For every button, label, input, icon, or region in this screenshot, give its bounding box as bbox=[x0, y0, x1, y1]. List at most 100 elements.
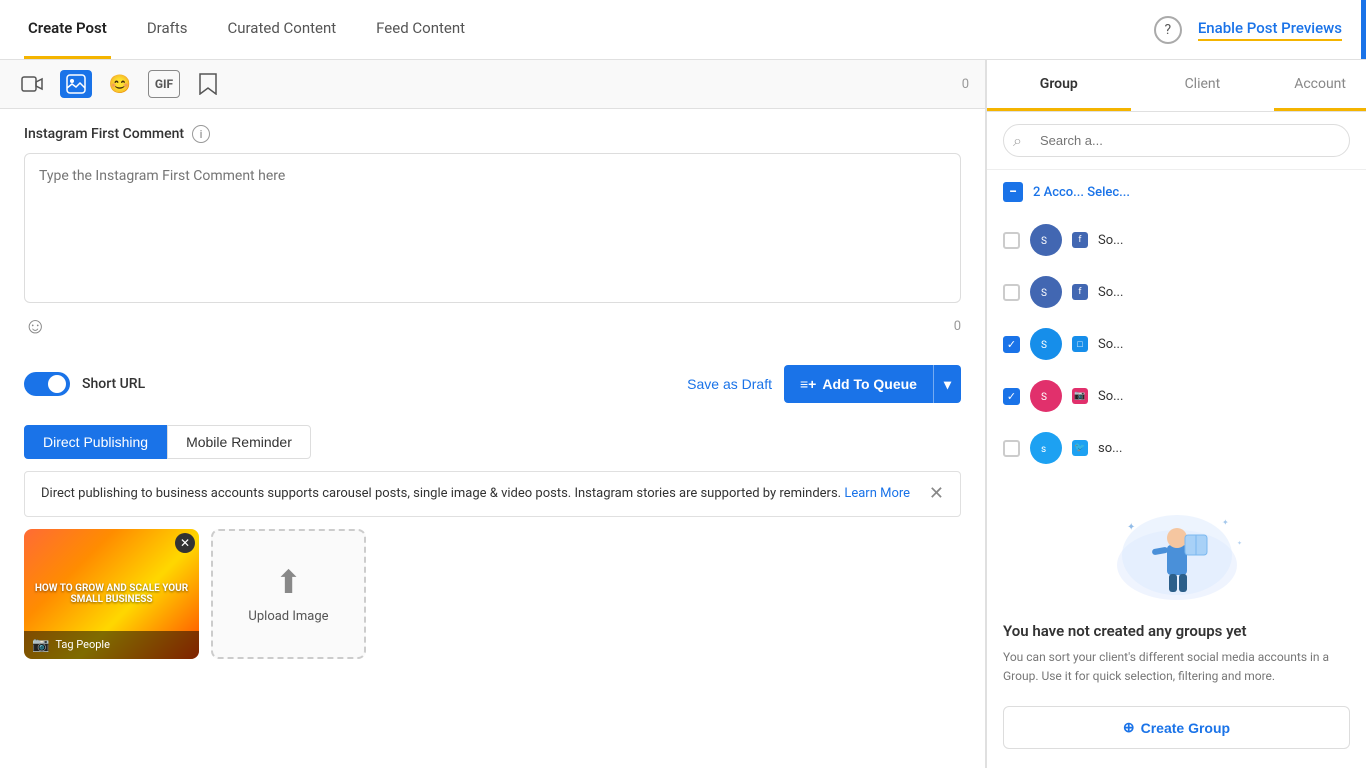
textarea-footer: ☺ 0 bbox=[24, 307, 961, 339]
url-row: Short URL Save as Draft ≡+ Add To Queue … bbox=[0, 355, 985, 413]
account-name-2: So... bbox=[1098, 285, 1350, 300]
comment-char-count: 0 bbox=[954, 319, 961, 334]
instagram-overlay-icon: 📷 bbox=[32, 637, 49, 653]
add-queue-main[interactable]: ≡+ Add To Queue bbox=[784, 365, 934, 403]
deselect-icon[interactable]: − bbox=[1003, 182, 1023, 202]
video-icon[interactable] bbox=[16, 70, 48, 98]
svg-text:S: S bbox=[1041, 288, 1047, 299]
svg-text:✦: ✦ bbox=[1237, 540, 1242, 547]
account-item-1[interactable]: S f So... bbox=[987, 214, 1366, 266]
tab-create-post[interactable]: Create Post bbox=[24, 0, 111, 59]
nav-right: ? Enable Post Previews bbox=[1154, 16, 1342, 44]
account-item-4[interactable]: S 📷 So... bbox=[987, 370, 1366, 422]
account-avatar-4: S bbox=[1030, 380, 1062, 412]
tab-client[interactable]: Client bbox=[1131, 60, 1275, 111]
account-avatar-1: S bbox=[1030, 224, 1062, 256]
gif-icon[interactable]: GIF bbox=[148, 70, 180, 98]
remove-image-button[interactable]: ✕ bbox=[175, 533, 195, 553]
social-badge-4: 📷 bbox=[1072, 388, 1088, 404]
create-group-icon: ⊕ bbox=[1123, 719, 1135, 736]
left-panel: 😊 GIF 0 Instagram First Comment i ☺ 0 bbox=[0, 60, 986, 768]
tag-people-label[interactable]: Tag People bbox=[55, 638, 110, 651]
account-item-5[interactable]: s 🐦 so... bbox=[987, 422, 1366, 474]
account-name-1: So... bbox=[1098, 233, 1350, 248]
group-section: ✦ ✦ ✦ You have not created any groups ye… bbox=[987, 474, 1366, 765]
tab-group[interactable]: Group bbox=[987, 60, 1131, 111]
publishing-tabs: Direct Publishing Mobile Reminder bbox=[0, 413, 985, 459]
group-empty-title: You have not created any groups yet bbox=[1003, 622, 1350, 640]
accounts-selected-label: 2 Acco... Selec... bbox=[1033, 185, 1130, 200]
image-upload-area: HOW TO GROW AND SCALE YOUR SMALL BUSINES… bbox=[0, 529, 985, 683]
close-banner-button[interactable]: ✕ bbox=[929, 484, 944, 502]
account-avatar-3: S bbox=[1030, 328, 1062, 360]
tab-curated-content[interactable]: Curated Content bbox=[223, 0, 340, 59]
tab-direct-publishing[interactable]: Direct Publishing bbox=[24, 425, 167, 459]
account-item-2[interactable]: S f So... bbox=[987, 266, 1366, 318]
svg-text:s: s bbox=[1041, 444, 1046, 455]
social-badge-2: f bbox=[1072, 284, 1088, 300]
tab-feed-content[interactable]: Feed Content bbox=[372, 0, 469, 59]
account-checkbox-2[interactable] bbox=[1003, 284, 1020, 301]
account-checkbox-4[interactable] bbox=[1003, 388, 1020, 405]
upload-image-label: Upload Image bbox=[248, 609, 328, 624]
account-name-5: so... bbox=[1098, 441, 1350, 456]
short-url-toggle[interactable] bbox=[24, 372, 70, 396]
social-badge-1: f bbox=[1072, 232, 1088, 248]
accounts-header[interactable]: − 2 Acco... Selec... bbox=[987, 170, 1366, 214]
bookmark-icon[interactable] bbox=[192, 70, 224, 98]
info-icon[interactable]: i bbox=[192, 125, 210, 143]
account-avatar-5: s bbox=[1030, 432, 1062, 464]
search-input[interactable] bbox=[1003, 124, 1350, 157]
image-overlay: 📷 Tag People bbox=[24, 631, 199, 659]
svg-text:S: S bbox=[1041, 392, 1047, 403]
right-panel: Group Client Account ⌕ − 2 Acco... Selec… bbox=[986, 60, 1366, 768]
account-checkbox-5[interactable] bbox=[1003, 440, 1020, 457]
svg-text:S: S bbox=[1041, 236, 1047, 247]
account-checkbox-3[interactable] bbox=[1003, 336, 1020, 353]
tab-drafts[interactable]: Drafts bbox=[143, 0, 192, 59]
account-checkbox-1[interactable] bbox=[1003, 232, 1020, 249]
short-url-label: Short URL bbox=[82, 376, 145, 392]
save-draft-button[interactable]: Save as Draft bbox=[687, 376, 772, 392]
info-banner: Direct publishing to business accounts s… bbox=[24, 471, 961, 517]
actions-right: Save as Draft ≡+ Add To Queue ▾ bbox=[687, 365, 961, 403]
nav-tabs: Create Post Drafts Curated Content Feed … bbox=[24, 0, 469, 59]
first-comment-label: Instagram First Comment i bbox=[24, 125, 961, 143]
emoji-picker-button[interactable]: ☺ bbox=[24, 313, 46, 339]
add-to-queue-button[interactable]: ≡+ Add To Queue ▾ bbox=[784, 365, 961, 403]
nav-right-accent bbox=[1361, 0, 1366, 59]
social-badge-3: □ bbox=[1072, 336, 1088, 352]
main-layout: 😊 GIF 0 Instagram First Comment i ☺ 0 bbox=[0, 60, 1366, 768]
info-banner-text: Direct publishing to business accounts s… bbox=[41, 484, 917, 504]
account-item-3[interactable]: S □ So... bbox=[987, 318, 1366, 370]
tab-account[interactable]: Account bbox=[1274, 60, 1366, 111]
group-illustration: ✦ ✦ ✦ bbox=[1003, 490, 1350, 610]
account-name-3: So... bbox=[1098, 337, 1350, 352]
svg-text:✦: ✦ bbox=[1222, 518, 1229, 527]
svg-text:S: S bbox=[1041, 340, 1047, 351]
help-button[interactable]: ? bbox=[1154, 16, 1182, 44]
upload-image-box[interactable]: ⬆ Upload Image bbox=[211, 529, 366, 659]
account-avatar-2: S bbox=[1030, 276, 1062, 308]
search-icon: ⌕ bbox=[1013, 131, 1022, 151]
create-group-button[interactable]: ⊕ Create Group bbox=[1003, 706, 1350, 749]
first-comment-section: Instagram First Comment i ☺ 0 bbox=[0, 109, 985, 355]
add-queue-chevron[interactable]: ▾ bbox=[934, 365, 961, 403]
group-empty-desc: You can sort your client's different soc… bbox=[1003, 648, 1350, 686]
search-wrap: ⌕ bbox=[1003, 124, 1350, 157]
top-nav: Create Post Drafts Curated Content Feed … bbox=[0, 0, 1366, 60]
emoji-icon[interactable]: 😊 bbox=[104, 70, 136, 98]
svg-text:✦: ✦ bbox=[1127, 522, 1135, 533]
upload-cloud-icon: ⬆ bbox=[275, 563, 302, 601]
enable-previews-link[interactable]: Enable Post Previews bbox=[1198, 19, 1342, 41]
first-comment-input[interactable] bbox=[24, 153, 961, 303]
image-icon[interactable] bbox=[60, 70, 92, 98]
toolbar-row: 😊 GIF 0 bbox=[0, 60, 985, 109]
create-group-label: Create Group bbox=[1141, 720, 1230, 736]
learn-more-link[interactable]: Learn More bbox=[844, 486, 910, 501]
tab-mobile-reminder[interactable]: Mobile Reminder bbox=[167, 425, 311, 459]
social-badge-5: 🐦 bbox=[1072, 440, 1088, 456]
account-tabs: Group Client Account bbox=[987, 60, 1366, 112]
uploaded-image[interactable]: HOW TO GROW AND SCALE YOUR SMALL BUSINES… bbox=[24, 529, 199, 659]
search-row: ⌕ bbox=[987, 112, 1366, 170]
